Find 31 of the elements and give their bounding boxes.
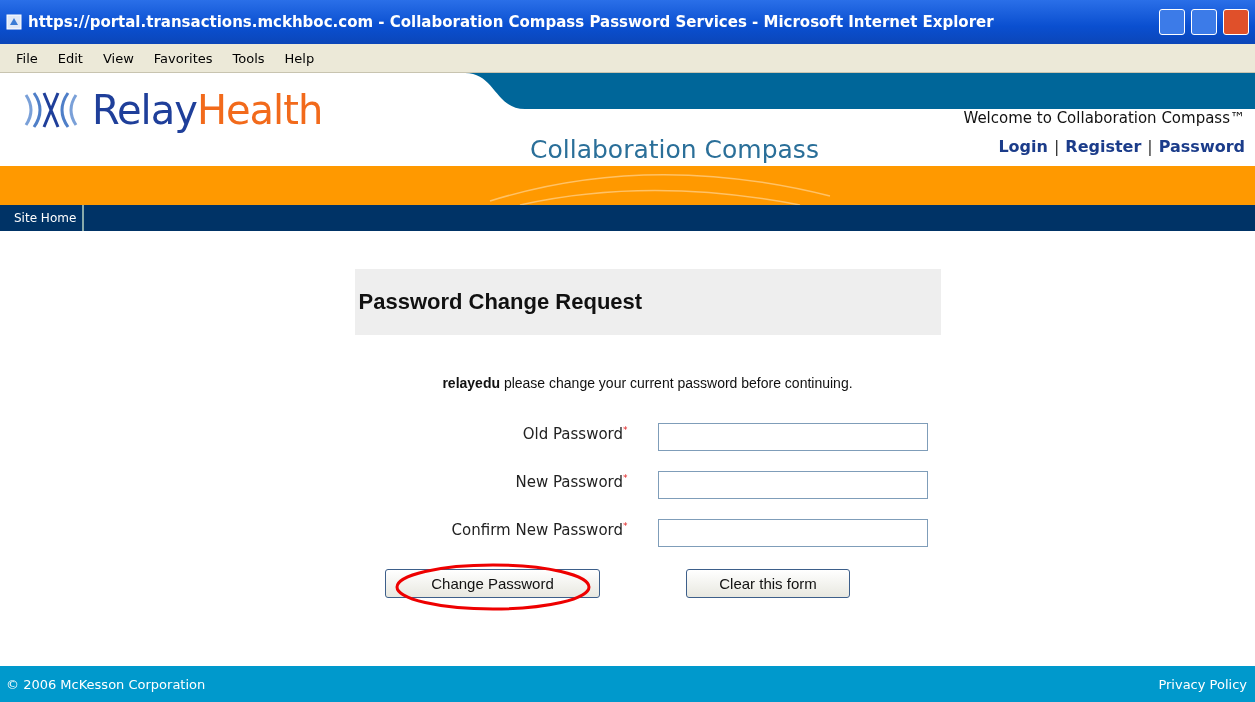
form-button[interactable]: Clear this form [686,569,850,598]
password-field[interactable] [657,519,928,547]
logo-text: RelayHealth [92,86,323,133]
menu-item[interactable]: View [102,50,134,66]
menu-item[interactable]: Help [284,50,315,66]
browser-icon [6,14,22,30]
form-button[interactable]: Change Password [385,569,600,598]
separator-text: | [1053,137,1060,156]
maximize-button[interactable] [1191,9,1217,35]
field-label: Confirm New Password$^{*}$ [450,520,628,539]
menu-item[interactable]: Edit [57,50,83,66]
field-label: Old Password$^{*}$ [521,424,628,443]
menu-item[interactable]: Favorites [153,50,213,66]
nav-item[interactable]: Site Home [8,205,85,231]
password-field[interactable] [657,423,928,451]
form-message: relayedu please change your current password before continuing. [442,375,853,391]
window-title: https://portal.transactions.mckhboc.com - Collaboration Compass Password Services - Microsoft Internet Explorer [28,13,995,31]
header-link[interactable]: Login [998,137,1048,156]
copyright-text: © 2006 McKesson Corporation [6,676,206,692]
menu-item[interactable]: Tools [232,50,265,66]
separator-text: | [1147,137,1153,156]
minimize-button[interactable] [1159,9,1185,35]
form-title: Password Change Request [354,269,941,335]
menu-item[interactable]: File [16,50,38,66]
field-label: New Password$^{*}$ [514,472,628,491]
header-link[interactable]: Register [1065,137,1142,156]
site-title: Collaboration Compass [530,135,819,164]
welcome-text: Welcome to Collaboration Compass™ [963,109,1245,127]
header-link[interactable]: Password [1158,137,1245,156]
close-button[interactable] [1223,9,1249,35]
password-field[interactable] [657,471,928,499]
